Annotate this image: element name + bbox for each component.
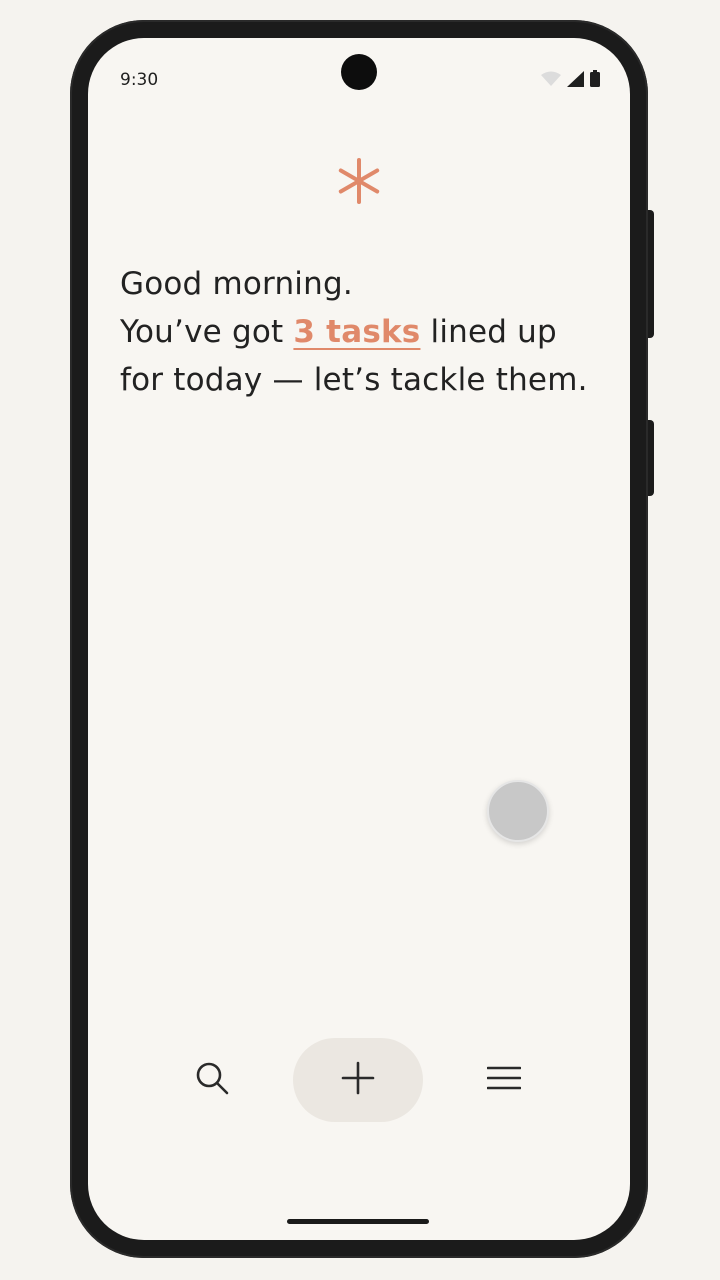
greeting-line-2: You’ve got 3 tasks lined up [120, 308, 600, 356]
touch-indicator [487, 780, 549, 842]
app-screen: 9:30 Good morning. You’ve got 3 tasks li… [88, 38, 630, 1240]
greeting-line-3: for today — let’s tackle them. [120, 362, 588, 398]
greeting-line-1: Good morning. [120, 266, 353, 302]
asterisk-icon [334, 156, 384, 206]
camera-cutout [341, 54, 377, 90]
wifi-icon [541, 71, 561, 91]
menu-icon [486, 1065, 522, 1095]
home-indicator[interactable] [287, 1219, 429, 1224]
signal-icon [567, 70, 584, 91]
greeting-line-2-suffix: lined up [420, 314, 557, 350]
greeting-text: Good morning. You’ve got 3 tasks lined u… [120, 260, 600, 404]
tasks-count-link[interactable]: 3 tasks [293, 314, 420, 350]
search-icon [194, 1060, 230, 1100]
search-button[interactable] [188, 1056, 236, 1104]
greeting-line-2-prefix: You’ve got [120, 314, 294, 350]
plus-icon [341, 1061, 375, 1099]
device-stage: 9:30 Good morning. You’ve got 3 tasks li… [0, 0, 720, 1280]
menu-button[interactable] [480, 1056, 528, 1104]
add-task-button[interactable] [293, 1038, 423, 1122]
status-icons [541, 70, 600, 91]
battery-icon [590, 70, 600, 91]
status-time: 9:30 [120, 70, 159, 90]
bottom-nav [88, 1038, 630, 1122]
